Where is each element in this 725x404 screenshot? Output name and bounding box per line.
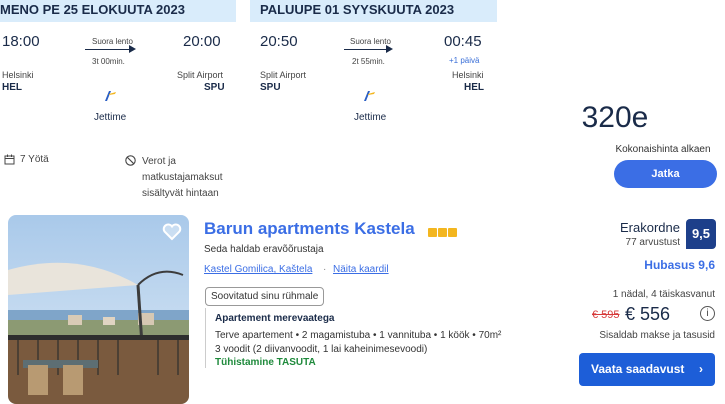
outbound-arrive-time: 20:00	[183, 33, 221, 50]
return-from-code: SPU	[260, 82, 281, 93]
check-availability-button[interactable]: Vaata saadavust ›	[579, 353, 715, 386]
return-depart-time: 20:50	[260, 33, 298, 50]
location-separator: ·	[323, 264, 327, 275]
star-icon	[438, 228, 447, 237]
outbound-duration: 3t 00min.	[92, 57, 125, 66]
hotel-location-link[interactable]: Kastel Gomilica, Kaštela	[204, 264, 312, 275]
return-plus-day: +1 päivä	[449, 56, 480, 65]
info-icon[interactable]: i	[700, 306, 715, 321]
return-from-city: Split Airport	[260, 70, 307, 80]
return-header: PALUUPE 01 SYYSKUUTA 2023	[250, 0, 497, 22]
chevron-right-icon: ›	[699, 362, 703, 376]
room-description: Terve apartement • 2 magamistuba • 1 van…	[215, 330, 502, 341]
calendar-icon	[4, 154, 15, 165]
outbound-airline: Jettime	[94, 112, 127, 123]
room-beds: 3 voodit (2 diivanvoodit, 1 lai kaheinim…	[215, 344, 428, 355]
rating-word: Erakordne	[620, 220, 680, 235]
package-price-label: Kokonaishinta alkaen	[615, 144, 711, 155]
current-price: € 556	[625, 304, 671, 324]
star-icon	[448, 228, 457, 237]
room-details: Apartement merevaatega Terve apartement …	[205, 308, 505, 368]
return-arrow-icon	[386, 45, 393, 53]
hotel-name-link[interactable]: Barun apartments Kastela	[204, 219, 415, 239]
outbound-arrow-line	[85, 49, 129, 50]
hotel-stars	[428, 224, 458, 242]
outbound-arrow-icon	[129, 45, 136, 53]
hotel-operator: Seda haldab eravõõrustaja	[204, 244, 324, 255]
hotel-photo[interactable]	[8, 215, 189, 404]
room-title: Apartement merevaatega	[215, 313, 335, 324]
outbound-from-code: HEL	[2, 82, 22, 93]
outbound-to-code: SPU	[204, 82, 225, 93]
check-availability-label: Vaata saadavust	[591, 362, 685, 376]
rating-badge: 9,5	[686, 219, 716, 249]
return-to-code: HEL	[464, 82, 484, 93]
taxes-line-3: sisältyvät hintaan	[142, 188, 219, 199]
favorite-heart-icon[interactable]	[162, 223, 182, 241]
outbound-flight-type: Suora lento	[92, 37, 133, 46]
free-cancellation: Tühistamine TASUTA	[215, 357, 316, 368]
outbound-header: MENO PE 25 ELOKUUTA 2023	[0, 0, 236, 22]
return-arrow-line	[344, 49, 386, 50]
old-price: € 595	[592, 309, 620, 321]
continue-button[interactable]: Jatka	[614, 160, 717, 188]
return-to-city: Helsinki	[452, 70, 484, 80]
hotel-photo-image	[8, 215, 189, 404]
review-count[interactable]: 77 arvustust	[600, 237, 680, 248]
stay-duration: 1 nädal, 4 täiskasvanut	[612, 289, 715, 300]
return-flight-type: Suora lento	[350, 37, 391, 46]
taxes-note: Verot ja matkustajamaksut sisältyvät hin…	[142, 154, 223, 202]
outbound-from-city: Helsinki	[2, 70, 34, 80]
show-map-link[interactable]: Näita kaardil	[333, 264, 389, 275]
airline-logo-icon	[364, 91, 375, 101]
airline-logo-icon	[105, 91, 116, 101]
taxes-line-2: matkustajamaksut	[142, 172, 223, 183]
outbound-depart-time: 18:00	[2, 33, 40, 50]
comfort-score: Hubasus 9,6	[644, 258, 715, 272]
taxes-line-1: Verot ja	[142, 156, 176, 167]
star-icon	[428, 228, 437, 237]
package-price: 320e	[581, 101, 649, 134]
return-duration: 2t 55min.	[352, 57, 385, 66]
return-airline: Jettime	[354, 112, 387, 123]
price-note: Sisaldab makse ja tasusid	[599, 330, 715, 341]
nights-count: 7 Yötä	[20, 154, 49, 165]
no-tax-icon	[125, 155, 136, 166]
return-arrive-time: 00:45	[444, 33, 482, 50]
recommended-tag: Soovitatud sinu rühmale	[205, 287, 325, 306]
outbound-to-city: Split Airport	[177, 70, 224, 80]
